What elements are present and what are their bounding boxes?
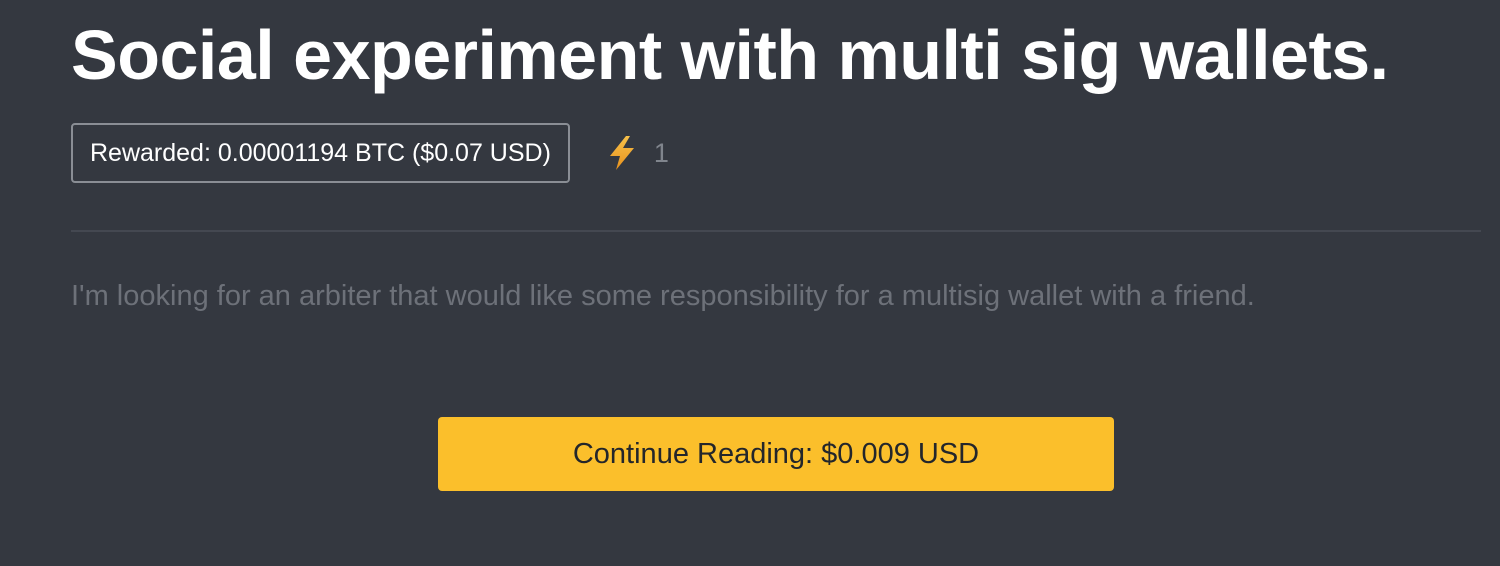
- boost-counter[interactable]: 1: [606, 135, 669, 171]
- post-page: Social experiment with multi sig wallets…: [0, 0, 1500, 566]
- lightning-bolt-icon: [606, 135, 638, 171]
- divider: [71, 230, 1481, 232]
- post-excerpt: I'm looking for an arbiter that would li…: [71, 280, 1255, 312]
- reward-badge: Rewarded: 0.00001194 BTC ($0.07 USD): [71, 123, 570, 183]
- boost-count: 1: [653, 137, 669, 168]
- continue-reading-button[interactable]: Continue Reading: $0.009 USD: [438, 417, 1114, 491]
- post-meta-row: Rewarded: 0.00001194 BTC ($0.07 USD) 1: [71, 123, 669, 183]
- post-title: Social experiment with multi sig wallets…: [71, 16, 1389, 94]
